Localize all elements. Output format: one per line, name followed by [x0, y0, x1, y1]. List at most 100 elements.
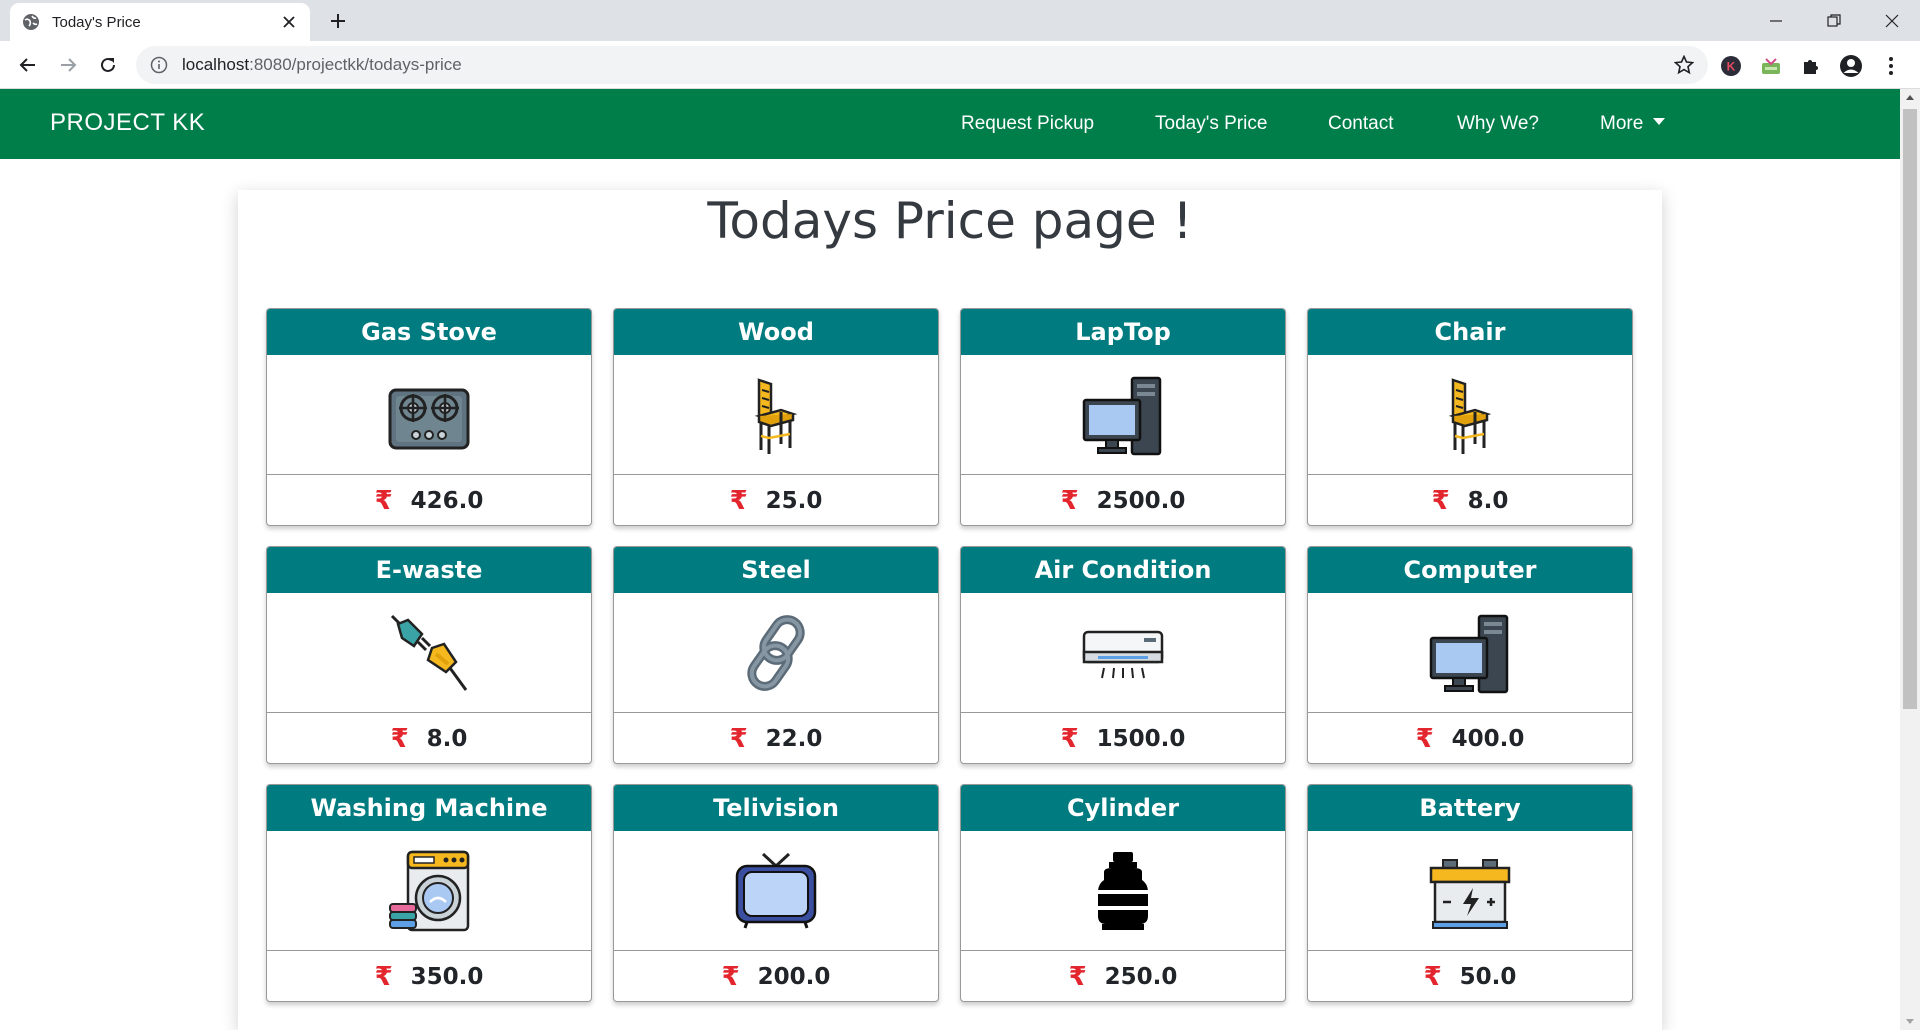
url-text: localhost:8080/projectkk/todays-price — [182, 55, 462, 75]
page-scrollbar[interactable] — [1900, 89, 1920, 1030]
nav-more-dropdown[interactable]: More — [1600, 113, 1666, 135]
site-navbar: PROJECT KK Request Pickup Today's Price … — [0, 89, 1900, 159]
reload-icon[interactable] — [96, 53, 120, 77]
url-path: :8080/projectkk/todays-price — [249, 55, 462, 74]
card-image — [614, 355, 938, 475]
card-title: Chair — [1308, 309, 1632, 355]
scroll-up-arrow-icon[interactable] — [1906, 95, 1914, 100]
profile-k-extension-icon[interactable]: K — [1718, 53, 1744, 79]
price-value: 400.0 — [1451, 726, 1525, 752]
back-arrow-icon[interactable] — [16, 53, 40, 77]
plug-icon — [390, 614, 468, 691]
globe-icon — [23, 14, 39, 30]
price-card: Battery ₹50.0 — [1307, 784, 1633, 1002]
price-value: 25.0 — [765, 488, 823, 514]
browser-tab[interactable]: Today's Price — [10, 3, 310, 41]
card-title: Computer — [1308, 547, 1632, 593]
card-title: Telivision — [614, 785, 938, 831]
nav-request-pickup[interactable]: Request Pickup — [961, 113, 1094, 135]
card-image — [961, 593, 1285, 713]
menu-dots-icon[interactable] — [1878, 53, 1904, 79]
svg-text:K: K — [1727, 60, 1736, 74]
url-host: localhost — [182, 55, 250, 74]
price-card: Computer ₹400.0 — [1307, 546, 1633, 764]
card-title: Gas Stove — [267, 309, 591, 355]
caret-down-icon — [1653, 118, 1666, 125]
card-image — [961, 831, 1285, 951]
price-card: E-waste ₹8.0 — [266, 546, 592, 764]
card-title: Steel — [614, 547, 938, 593]
card-title: Cylinder — [961, 785, 1285, 831]
rupee-icon: ₹ — [1060, 724, 1079, 754]
rupee-icon: ₹ — [1068, 962, 1087, 992]
card-title: E-waste — [267, 547, 591, 593]
forward-arrow-icon[interactable] — [56, 53, 80, 77]
rupee-icon: ₹ — [1423, 962, 1442, 992]
close-window-icon[interactable] — [1862, 0, 1920, 41]
rupee-icon: ₹ — [729, 724, 748, 754]
info-icon[interactable] — [150, 56, 168, 74]
washing-machine-icon — [389, 850, 470, 931]
card-price: ₹400.0 — [1308, 713, 1632, 763]
card-image — [614, 831, 938, 951]
account-avatar-icon[interactable] — [1838, 53, 1864, 79]
card-title: Wood — [614, 309, 938, 355]
browser-tab-strip: Today's Price — [0, 0, 1920, 41]
price-value: 426.0 — [410, 488, 484, 514]
computer-icon — [1429, 614, 1509, 693]
page-title: Todays Price page ! — [707, 192, 1193, 250]
nav-todays-price[interactable]: Today's Price — [1155, 113, 1267, 135]
price-card: Chair ₹8.0 — [1307, 308, 1633, 526]
card-price: ₹350.0 — [267, 951, 591, 1001]
inbox-extension-icon[interactable] — [1758, 53, 1784, 79]
price-card: Washing Machine ₹350.0 — [266, 784, 592, 1002]
minimize-icon[interactable] — [1746, 0, 1806, 41]
card-price: ₹8.0 — [267, 713, 591, 763]
television-icon — [735, 852, 817, 928]
card-image — [267, 831, 591, 951]
scroll-thumb[interactable] — [1903, 109, 1917, 709]
card-title: Air Condition — [961, 547, 1285, 593]
price-value: 1500.0 — [1096, 726, 1186, 752]
tab-title: Today's Price — [52, 13, 141, 31]
card-price: ₹250.0 — [961, 951, 1285, 1001]
rupee-icon: ₹ — [1060, 486, 1079, 516]
gas-stove-icon — [388, 388, 470, 449]
card-title: Washing Machine — [267, 785, 591, 831]
battery-icon — [1429, 858, 1511, 929]
rupee-icon: ₹ — [374, 486, 393, 516]
card-price: ₹8.0 — [1308, 475, 1632, 525]
chair-icon — [754, 377, 798, 454]
price-value: 200.0 — [757, 964, 831, 990]
scroll-down-arrow-icon[interactable] — [1906, 1019, 1914, 1024]
computer-icon — [1082, 376, 1162, 455]
nav-contact[interactable]: Contact — [1328, 113, 1393, 135]
puzzle-extensions-icon[interactable] — [1798, 53, 1824, 79]
close-tab-icon[interactable] — [280, 13, 298, 31]
address-bar[interactable]: localhost:8080/projectkk/todays-price — [136, 46, 1708, 84]
card-title: Battery — [1308, 785, 1632, 831]
price-card: Gas Stove ₹426.0 — [266, 308, 592, 526]
card-image — [1308, 355, 1632, 475]
price-value: 2500.0 — [1096, 488, 1186, 514]
price-value: 22.0 — [765, 726, 823, 752]
bookmark-star-icon[interactable] — [1674, 55, 1694, 75]
card-price: ₹22.0 — [614, 713, 938, 763]
chair-icon — [1448, 377, 1492, 454]
new-tab-icon[interactable] — [326, 9, 350, 33]
card-price: ₹50.0 — [1308, 951, 1632, 1001]
browser-toolbar: localhost:8080/projectkk/todays-price K — [0, 41, 1920, 89]
nav-why-we[interactable]: Why We? — [1457, 113, 1539, 135]
nav-more-label: More — [1600, 113, 1644, 134]
card-price: ₹1500.0 — [961, 713, 1285, 763]
card-title: LapTop — [961, 309, 1285, 355]
rupee-icon: ₹ — [729, 486, 748, 516]
card-image — [267, 355, 591, 475]
card-image — [1308, 593, 1632, 713]
rupee-icon: ₹ — [1431, 486, 1450, 516]
price-value: 8.0 — [426, 726, 468, 752]
card-price: ₹25.0 — [614, 475, 938, 525]
restore-icon[interactable] — [1804, 0, 1864, 41]
brand-logo-text[interactable]: PROJECT KK — [50, 109, 205, 137]
card-price: ₹2500.0 — [961, 475, 1285, 525]
